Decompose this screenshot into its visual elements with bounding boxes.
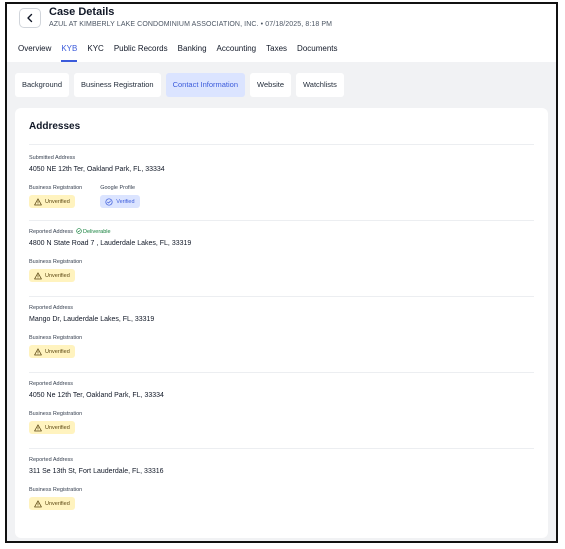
section-title: Addresses bbox=[29, 121, 81, 132]
verified-badge: Verified bbox=[100, 195, 140, 208]
tab-overview[interactable]: Overview bbox=[13, 42, 56, 62]
badge-text: Unverified bbox=[45, 198, 70, 205]
address-text: 4050 Ne 12th Ter, Oakland Park, FL, 3333… bbox=[29, 392, 164, 399]
subtab-contact-information[interactable]: Contact Information bbox=[165, 73, 246, 97]
app-window: Case Details AZUL AT KIMBERLY LAKE CONDO… bbox=[5, 2, 558, 543]
verification-item: Business Registration Unverified bbox=[29, 410, 82, 437]
addresses-card: Addresses Submitted Address 4050 NE 12th … bbox=[15, 108, 548, 538]
badge-text: Unverified bbox=[45, 424, 70, 431]
address-text: 4050 NE 12th Ter, Oakland Park, FL, 3333… bbox=[29, 166, 165, 173]
address-entry: Reported Address Mango Dr, Lauderdale Lak… bbox=[29, 304, 534, 361]
chevron-left-icon bbox=[27, 13, 33, 23]
page-header: Case Details AZUL AT KIMBERLY LAKE CONDO… bbox=[7, 4, 556, 62]
verification-item: Business Registration Unverified bbox=[29, 334, 82, 361]
address-entry: Reported Address Deliverable 4800 N State … bbox=[29, 228, 534, 285]
verification-source: Business Registration bbox=[29, 487, 83, 493]
subtab-background[interactable]: Background bbox=[15, 73, 70, 97]
badge-text: Unverified bbox=[45, 348, 70, 355]
unverified-badge: Unverified bbox=[29, 497, 75, 510]
address-type-label: Submitted Address bbox=[29, 154, 534, 162]
subtab-watchlists[interactable]: Watchlists bbox=[296, 73, 344, 97]
tab-documents[interactable]: Documents bbox=[292, 42, 342, 62]
page-title: Case Details bbox=[49, 6, 115, 18]
unverified-badge: Unverified bbox=[29, 195, 75, 208]
tab-taxes[interactable]: Taxes bbox=[261, 42, 292, 62]
address-type-text: Reported Address bbox=[29, 381, 74, 387]
address-type-text: Reported Address bbox=[29, 457, 74, 463]
address-type-label: Reported Address Deliverable bbox=[29, 228, 534, 236]
address-text: Mango Dr, Lauderdale Lakes, FL, 33319 bbox=[29, 316, 155, 323]
address-type-label: Reported Address bbox=[29, 456, 534, 464]
address-entry: Submitted Address 4050 NE 12th Ter, Oakla… bbox=[29, 154, 534, 211]
verification-source: Business Registration bbox=[29, 411, 83, 417]
address-type-label: Reported Address bbox=[29, 380, 534, 388]
main-content: Background Business Registration Contact I… bbox=[7, 62, 556, 541]
verification-source: Business Registration bbox=[29, 259, 83, 265]
address-type-text: Submitted Address bbox=[29, 155, 76, 161]
tab-kyb[interactable]: KYB bbox=[56, 42, 82, 62]
warning-icon bbox=[34, 423, 42, 432]
verification-item: Google Profile Verified bbox=[100, 184, 140, 211]
badge-text: Verified bbox=[116, 198, 135, 205]
verification-item: Business Registration Unverified bbox=[29, 486, 82, 513]
verification-list: Business Registration Unverified bbox=[29, 334, 534, 361]
verification-list: Business Registration Unverified bbox=[29, 410, 534, 437]
divider bbox=[29, 448, 534, 449]
verification-source: Business Registration bbox=[29, 335, 83, 341]
verification-list: Business Registration Unverified Google Pr… bbox=[29, 184, 534, 211]
address-text: 4800 N State Road 7 , Lauderdale Lakes, … bbox=[29, 240, 192, 247]
deliverable-text: Deliverable bbox=[83, 229, 111, 235]
warning-icon bbox=[34, 347, 42, 356]
verification-list: Business Registration Unverified bbox=[29, 486, 534, 513]
divider bbox=[29, 220, 534, 221]
unverified-badge: Unverified bbox=[29, 421, 75, 434]
warning-icon bbox=[34, 499, 42, 508]
badge-text: Unverified bbox=[45, 500, 70, 507]
verification-source: Google Profile bbox=[100, 185, 136, 191]
check-circle-icon bbox=[76, 228, 83, 235]
divider bbox=[29, 144, 534, 145]
case-subtitle: AZUL AT KIMBERLY LAKE CONDOMINIUM ASSOCI… bbox=[49, 21, 333, 28]
address-type-label: Reported Address bbox=[29, 304, 534, 312]
divider bbox=[29, 296, 534, 297]
verification-item: Business Registration Unverified bbox=[29, 258, 82, 285]
address-type-text: Reported Address bbox=[29, 305, 74, 311]
warning-icon bbox=[34, 271, 42, 280]
warning-icon bbox=[34, 197, 42, 206]
main-tabs: Overview KYB KYC Public Records Banking Accou… bbox=[13, 42, 343, 62]
sub-tabs: Background Business Registration Contact I… bbox=[15, 73, 344, 97]
subtab-website[interactable]: Website bbox=[250, 73, 291, 97]
address-type-text: Reported Address bbox=[29, 229, 74, 235]
badge-text: Unverified bbox=[45, 272, 70, 279]
unverified-badge: Unverified bbox=[29, 345, 75, 358]
subtab-business-registration[interactable]: Business Registration bbox=[74, 73, 161, 97]
tab-banking[interactable]: Banking bbox=[173, 42, 212, 62]
address-entry: Reported Address 311 Se 13th St, Fort Lau… bbox=[29, 456, 534, 513]
verification-source: Business Registration bbox=[29, 185, 83, 191]
tab-accounting[interactable]: Accounting bbox=[212, 42, 262, 62]
divider bbox=[29, 372, 534, 373]
verification-item: Business Registration Unverified bbox=[29, 184, 82, 211]
unverified-badge: Unverified bbox=[29, 269, 75, 282]
tab-kyc[interactable]: KYC bbox=[82, 42, 108, 62]
deliverable-status: Deliverable bbox=[76, 228, 111, 235]
back-button[interactable] bbox=[19, 8, 41, 28]
check-circle-icon bbox=[105, 197, 113, 206]
verification-list: Business Registration Unverified bbox=[29, 258, 534, 285]
tab-public-records[interactable]: Public Records bbox=[109, 42, 173, 62]
address-entry: Reported Address 4050 Ne 12th Ter, Oaklan… bbox=[29, 380, 534, 437]
address-text: 311 Se 13th St, Fort Lauderdale, FL, 333… bbox=[29, 468, 164, 475]
